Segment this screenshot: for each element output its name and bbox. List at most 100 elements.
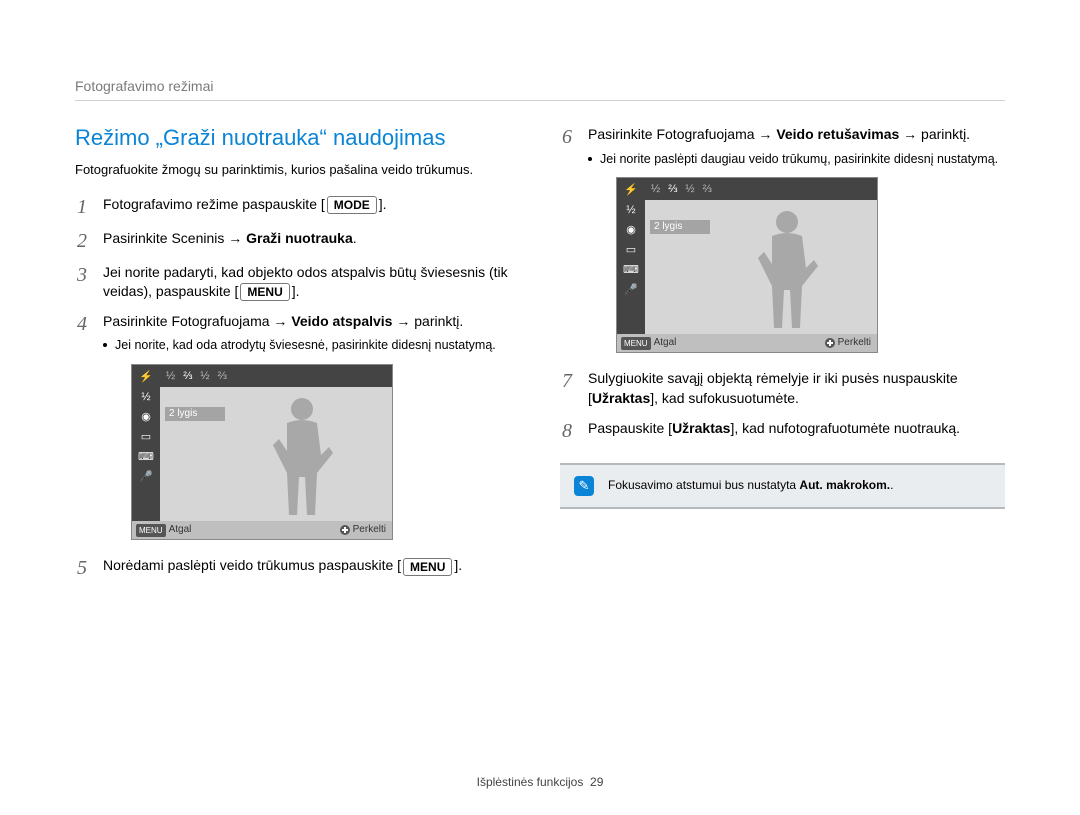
move-label: Perkelti [838,336,871,350]
step2-text: Pasirinkite Sceninis → [103,230,246,246]
page-title: Režimo „Graži nuotrauka“ naudojimas [75,125,530,151]
level-option: ½ [200,369,209,384]
step4-text: Pasirinkite Fotografuojama → [103,313,291,329]
level-option-active: ⅔ [668,182,677,197]
step2-bold: Graži nuotrauka [246,230,353,246]
person-silhouette-icon [752,208,822,333]
step-number: 5 [75,556,89,580]
bullet-item: Jei norite paslėpti daugiau veido trūkum… [588,151,1015,168]
left-column: Režimo „Graži nuotrauka“ naudojimas Foto… [75,125,530,590]
step5-text: Norėdami paslėpti veido trūkumus paspaus… [103,557,397,573]
voice-icon: 🎤 [135,469,157,485]
step7-bold: Užraktas [592,390,650,406]
menu-badge: MENU [621,337,651,350]
step3-end: . [296,283,300,299]
step-body: Sulygiuokite savąjį objektą rėmelyje ir … [588,369,1015,408]
page-footer: Išplėstinės funkcijos 29 [0,775,1080,789]
step-number: 8 [560,419,574,443]
note-callout: ✎ Fokusavimo atstumui bus nustatyta Aut.… [560,463,1005,509]
level-option: ⅔ [218,369,227,384]
step6-text: Pasirinkite Fotografuojama → [588,126,776,142]
step4-bold: Veido atspalvis [291,313,392,329]
step-body: Pasirinkite Fotografuojama → Veido atspa… [103,312,530,546]
move-label: Perkelti [353,523,386,537]
note-text: Fokusavimo atstumui bus nustatyta Aut. m… [608,478,893,494]
step-body: Pasirinkite Sceninis → Graži nuotrauka. [103,229,530,253]
menu-button-ref: MENU [240,283,289,301]
level-tooltip: 2 lygis [650,220,710,234]
lcd-topbar: ½ ⅔ ½ ⅔ [645,178,877,200]
note-text-bold: Aut. makrokom. [799,478,890,492]
flash-icon: ⚡ [620,182,642,198]
flash-icon: ⚡ [135,369,157,385]
dpad-icon [340,525,350,535]
keyboard-icon: ⌨ [135,449,157,465]
level-option: ⅔ [703,182,712,197]
face-retouch-icon: ½ [620,202,642,218]
level-option-active: ⅔ [183,369,192,384]
step2-end: . [353,230,357,246]
steps-right: 6 Pasirinkite Fotografuojama → Veido ret… [560,125,1015,443]
step8-end: ], kad nufotografuotumėte nuotrauką. [730,420,960,436]
metering-icon: ◉ [620,222,642,238]
intro-text: Fotografuokite žmogų su parinktimis, kur… [75,161,530,179]
voice-icon: 🎤 [620,282,642,298]
dpad-icon [825,338,835,348]
bullet-item: Jei norite, kad oda atrodytų šviesesnė, … [103,337,530,354]
step-number: 6 [560,125,574,359]
step-body: Pasirinkite Fotografuojama → Veido retuš… [588,125,1015,359]
step6-bold: Veido retušavimas [776,126,899,142]
person-silhouette-icon [267,395,337,520]
step6-bullets: Jei norite paslėpti daugiau veido trūkum… [588,151,1015,168]
footer-label: Išplėstinės funkcijos [477,775,584,789]
level-tooltip: 2 lygis [165,407,225,421]
step-number: 7 [560,369,574,408]
mode-button-ref: MODE [327,196,377,214]
step-body: Jei norite padaryti, kad objekto odos at… [103,263,530,302]
step7-end: ], kad sufokusuotumėte. [650,390,799,406]
note-text-a: Fokusavimo atstumui bus nustatyta [608,478,799,492]
size-icon: ▭ [620,242,642,258]
keyboard-icon: ⌨ [620,262,642,278]
lcd-bottom-bar: MENU Atgal Perkelti [132,521,392,539]
step6-end: → parinktį. [899,126,970,142]
step4-bullets: Jei norite, kad oda atrodytų šviesesnė, … [103,337,530,354]
back-label: Atgal [654,336,677,350]
camera-lcd-preview-2: ⚡ ½ ◉ ▭ ⌨ 🎤 ½ ⅔ ½ ⅔ 2 lygis [616,177,878,353]
step-number: 4 [75,312,89,546]
step1-text: Fotografavimo režime paspauskite [103,196,321,212]
right-column: 6 Pasirinkite Fotografuojama → Veido ret… [560,125,1015,509]
size-icon: ▭ [135,429,157,445]
step4-end: → parinktį. [392,313,463,329]
note-text-c: . [890,478,893,492]
back-label: Atgal [169,523,192,537]
step3-text: Jei norite padaryti, kad objekto odos at… [103,264,508,300]
face-tone-icon: ½ [135,389,157,405]
step5-end: . [458,557,462,573]
steps-left: 1 Fotografavimo režime paspauskite [MODE… [75,195,530,581]
step8-bold: Užraktas [672,420,730,436]
step-number: 2 [75,229,89,253]
menu-button-ref: MENU [403,558,452,576]
level-option: ½ [685,182,694,197]
step1-end: . [383,196,387,212]
step8-text: Paspauskite [ [588,420,672,436]
step-number: 3 [75,263,89,302]
level-option: ½ [651,182,660,197]
lcd-bottom-bar: MENU Atgal Perkelti [617,334,877,352]
lcd-sidebar: ⚡ ½ ◉ ▭ ⌨ 🎤 [617,178,645,334]
page-header-breadcrumb: Fotografavimo režimai [75,78,214,94]
header-divider [75,100,1005,101]
step-body: Paspauskite [Užraktas], kad nufotografuo… [588,419,1015,443]
note-icon: ✎ [574,476,594,496]
metering-icon: ◉ [135,409,157,425]
lcd-sidebar: ⚡ ½ ◉ ▭ ⌨ 🎤 [132,365,160,521]
step-body: Fotografavimo režime paspauskite [MODE]. [103,195,530,219]
lcd-topbar: ½ ⅔ ½ ⅔ [160,365,392,387]
level-option: ½ [166,369,175,384]
step-body: Norėdami paslėpti veido trūkumus paspaus… [103,556,530,580]
menu-badge: MENU [136,524,166,537]
footer-page-number: 29 [590,775,603,789]
camera-lcd-preview-1: ⚡ ½ ◉ ▭ ⌨ 🎤 ½ ⅔ ½ ⅔ 2 lygis [131,364,393,540]
step-number: 1 [75,195,89,219]
